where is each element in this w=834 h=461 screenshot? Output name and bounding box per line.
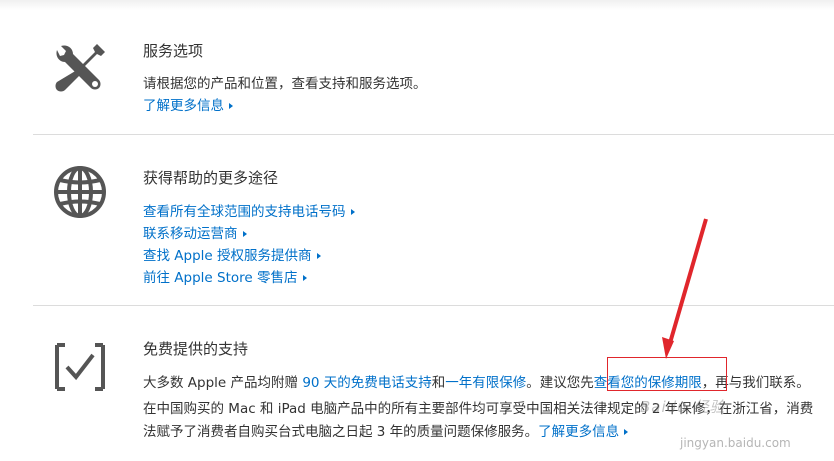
learn-more-link[interactable]: 了解更多信息 xyxy=(143,98,233,114)
text: 和 xyxy=(431,375,446,391)
service-options-description: 请根据您的产品和位置，查看支持和服务选项。 xyxy=(143,76,427,92)
section-divider xyxy=(33,134,834,135)
chevron-right-icon xyxy=(350,209,355,215)
chevron-right-icon xyxy=(242,231,247,237)
watermark: Baidu 经验 xyxy=(640,398,726,416)
service-options-title: 服务选项 xyxy=(143,42,204,60)
service-options-section: 服务选项 请根据您的产品和位置，查看支持和服务选项。 了解更多信息 xyxy=(33,30,834,130)
chevron-right-icon xyxy=(624,429,629,435)
learn-more-link[interactable]: 了解更多信息 xyxy=(538,424,629,440)
annotation-arrow-icon xyxy=(662,218,708,359)
check-coverage-link[interactable]: 查看您的保修期限 xyxy=(594,375,702,391)
globe-icon xyxy=(51,163,109,221)
tools-icon xyxy=(51,40,109,98)
more-help-link-row[interactable]: 前往 Apple Store 零售店 xyxy=(143,266,307,286)
mobile-carrier-link[interactable]: 联系移动运营商 xyxy=(143,226,247,242)
apple-store-link[interactable]: 前往 Apple Store 零售店 xyxy=(143,270,307,286)
chevron-right-icon xyxy=(316,253,321,259)
chevron-right-icon xyxy=(229,103,233,109)
free-support-title: 免费提供的支持 xyxy=(143,340,249,358)
text: ，再与我们联系。 xyxy=(701,375,810,391)
text: 。建议您先 xyxy=(526,375,594,391)
top-shadow xyxy=(0,0,834,10)
free-support-line-3: 法赋予了消费者自购买台式电脑之日起 3 年的质量问题保修服务。了解更多信息 xyxy=(143,420,629,440)
free-support-line-1: 大多数 Apple 产品均附赠 90 天的免费电话支持和一年有限保修。建议您先查… xyxy=(143,371,810,391)
text: 大多数 Apple 产品均附赠 xyxy=(143,375,303,391)
global-phone-numbers-link[interactable]: 查看所有全球范围的支持电话号码 xyxy=(143,204,355,220)
limited-warranty-link[interactable]: 一年有限保修 xyxy=(445,375,526,391)
more-help-link-row[interactable]: 联系移动运营商 xyxy=(143,222,247,242)
chevron-right-icon xyxy=(302,275,307,281)
more-help-link-row[interactable]: 查看所有全球范围的支持电话号码 xyxy=(143,200,355,220)
free-phone-support-link[interactable]: 90 天的免费电话支持 xyxy=(302,375,431,391)
support-page: 服务选项 请根据您的产品和位置，查看支持和服务选项。 了解更多信息 获得帮助的更… xyxy=(0,0,834,461)
more-help-link-row[interactable]: 查找 Apple 授权服务提供商 xyxy=(143,244,321,264)
service-options-learn-more[interactable]: 了解更多信息 xyxy=(143,94,233,114)
text: 法赋予了消费者自购买台式电脑之日起 3 年的质量问题保修服务。 xyxy=(143,424,539,440)
more-help-title: 获得帮助的更多途径 xyxy=(143,169,279,187)
authorized-service-provider-link[interactable]: 查找 Apple 授权服务提供商 xyxy=(143,248,321,264)
watermark-url: jingyan.baidu.com xyxy=(680,436,791,450)
checkmark-icon xyxy=(51,339,109,397)
